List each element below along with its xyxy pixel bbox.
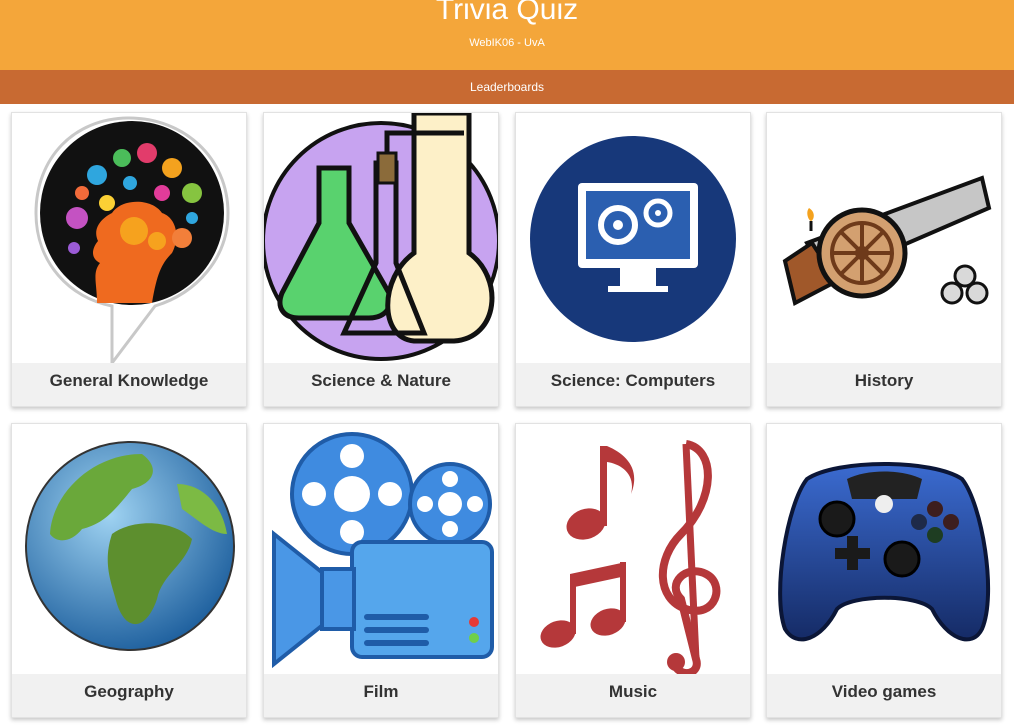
category-label: General Knowledge	[12, 363, 246, 406]
category-card-science-computers[interactable]: Science: Computers	[515, 112, 751, 407]
category-card-film[interactable]: Film	[263, 423, 499, 718]
category-card-geography[interactable]: Geography	[11, 423, 247, 718]
page-title: Trivia Quiz	[435, 0, 579, 26]
globe-icon	[12, 424, 246, 674]
film-projector-icon	[264, 424, 498, 674]
category-label: History	[767, 363, 1001, 406]
game-controller-icon	[767, 424, 1001, 674]
category-card-video-games[interactable]: Video games	[766, 423, 1002, 718]
nav-bar: Leaderboards	[0, 70, 1014, 104]
category-card-history[interactable]: History	[766, 112, 1002, 407]
category-card-music[interactable]: Music	[515, 423, 751, 718]
leaderboards-link[interactable]: Leaderboards	[470, 70, 544, 104]
category-label: Film	[264, 674, 498, 717]
category-card-general-knowledge[interactable]: General Knowledge	[11, 112, 247, 407]
computer-gears-icon	[516, 113, 750, 363]
page-header: Trivia Quiz WebIK06 - UvA	[0, 0, 1014, 70]
category-label: Science & Nature	[264, 363, 498, 406]
category-label: Video games	[767, 674, 1001, 717]
category-card-science-nature[interactable]: Science & Nature	[263, 112, 499, 407]
category-label: Music	[516, 674, 750, 717]
category-label: Science: Computers	[516, 363, 750, 406]
page-subtitle: WebIK06 - UvA	[469, 37, 545, 49]
category-label: Geography	[12, 674, 246, 717]
alexa-brain-icon	[12, 113, 246, 363]
lab-flasks-icon	[264, 113, 498, 363]
music-notes-icon	[516, 424, 750, 674]
cannon-icon	[767, 113, 1001, 363]
